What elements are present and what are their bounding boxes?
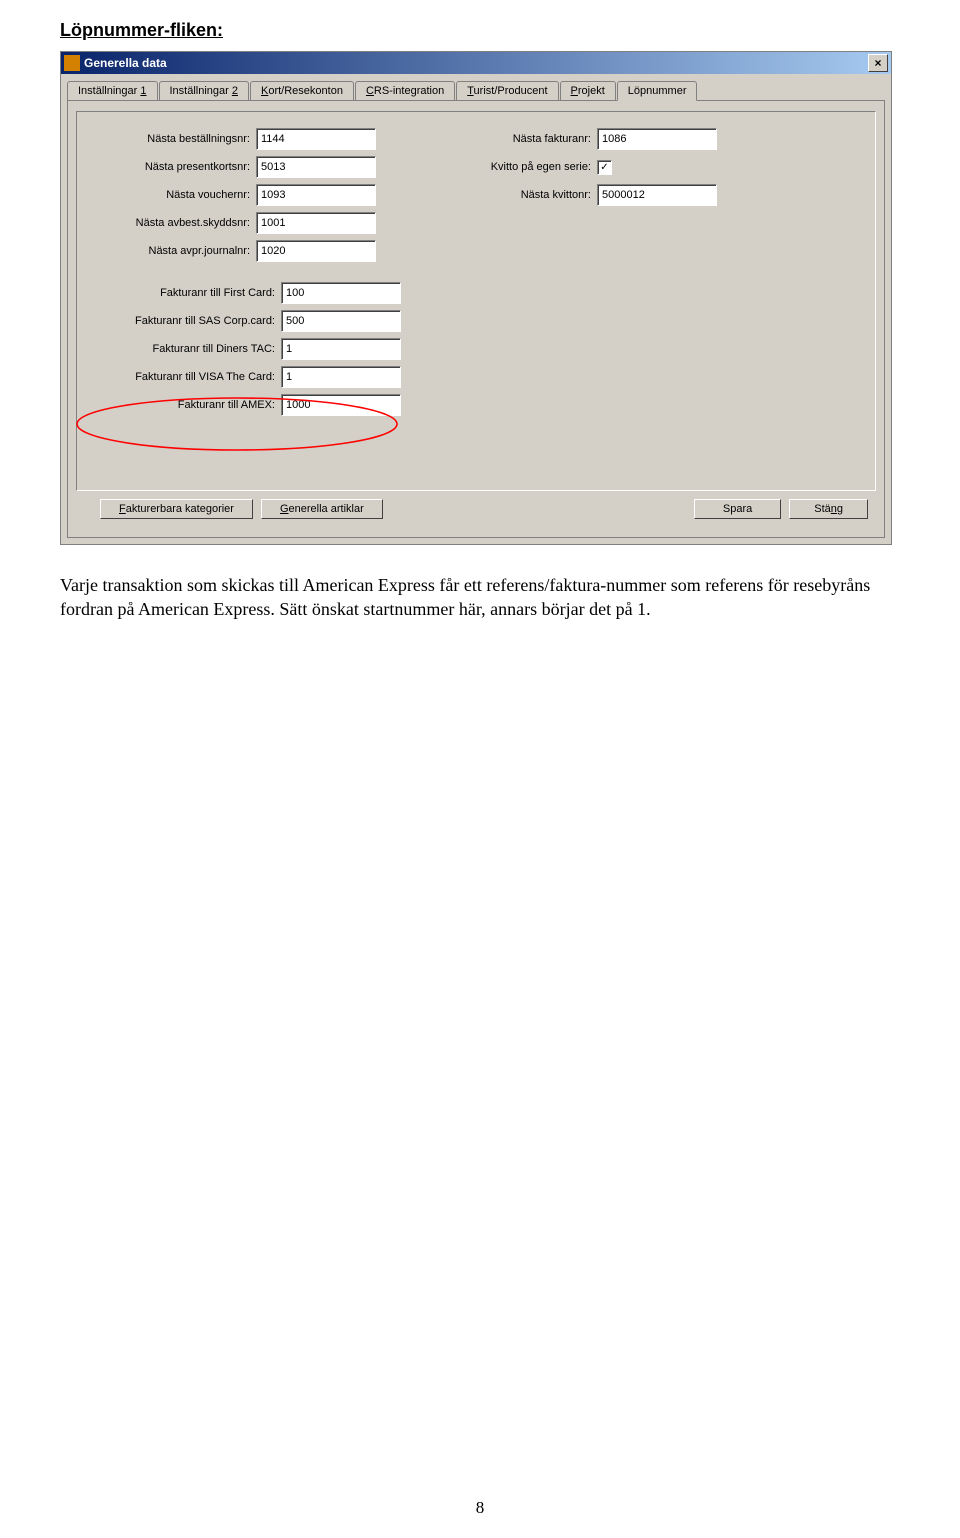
- body-paragraph: Varje transaktion som skickas till Ameri…: [60, 573, 890, 622]
- input-fakturanr-diners[interactable]: [281, 338, 401, 360]
- input-nasta-avbest-skyddsnr[interactable]: [256, 212, 376, 234]
- stang-button[interactable]: Stäng: [789, 499, 868, 519]
- input-nasta-fakturanr[interactable]: [597, 128, 717, 150]
- input-nasta-bestallningsnr[interactable]: [256, 128, 376, 150]
- label-fakturanr-sas: Fakturanr till SAS Corp.card:: [95, 315, 281, 327]
- close-button[interactable]: ×: [868, 54, 888, 72]
- input-nasta-kvittonr[interactable]: [597, 184, 717, 206]
- page-number: 8: [0, 1498, 960, 1518]
- tab-crs-integration[interactable]: CRS-integration: [355, 81, 455, 101]
- label-nasta-vouchernr: Nästa vouchernr:: [95, 189, 256, 201]
- label-fakturanr-visa: Fakturanr till VISA The Card:: [95, 371, 281, 383]
- label-nasta-fakturanr: Nästa fakturanr:: [436, 133, 597, 145]
- tab-projekt[interactable]: Projekt: [560, 81, 616, 101]
- label-nasta-bestallningsnr: Nästa beställningsnr:: [95, 133, 256, 145]
- tab-installningar-2[interactable]: Inställningar 2: [159, 81, 250, 101]
- field-frame: Nästa beställningsnr: Nästa fakturanr: N…: [76, 111, 876, 491]
- input-nasta-presentkortsnr[interactable]: [256, 156, 376, 178]
- tab-kort-resekonton[interactable]: Kort/Resekonton: [250, 81, 354, 101]
- page-heading: Löpnummer-fliken:: [60, 20, 900, 41]
- tabstrip: Inställningar 1 Inställningar 2 Kort/Res…: [61, 74, 891, 100]
- label-fakturanr-first-card: Fakturanr till First Card:: [95, 287, 281, 299]
- spara-button[interactable]: Spara: [694, 499, 781, 519]
- app-icon: [64, 55, 80, 71]
- label-kvitto-egen-serie: Kvitto på egen serie:: [436, 161, 597, 173]
- tab-installningar-1[interactable]: Inställningar 1: [67, 81, 158, 101]
- label-nasta-kvittonr: Nästa kvittonr:: [436, 189, 597, 201]
- input-nasta-avpr-journalnr[interactable]: [256, 240, 376, 262]
- input-nasta-vouchernr[interactable]: [256, 184, 376, 206]
- tab-turist-producent[interactable]: Turist/Producent: [456, 81, 558, 101]
- input-fakturanr-amex[interactable]: [281, 394, 401, 416]
- input-fakturanr-visa[interactable]: [281, 366, 401, 388]
- label-fakturanr-diners: Fakturanr till Diners TAC:: [95, 343, 281, 355]
- fakturerbara-kategorier-button[interactable]: Fakturerbara kategorier: [100, 499, 253, 519]
- label-nasta-presentkortsnr: Nästa presentkortsnr:: [95, 161, 256, 173]
- input-fakturanr-sas[interactable]: [281, 310, 401, 332]
- label-nasta-avbest-skyddsnr: Nästa avbest.skyddsnr:: [95, 217, 256, 229]
- tab-lopnummer[interactable]: Löpnummer: [617, 81, 698, 101]
- checkbox-kvitto-egen-serie[interactable]: ✓: [597, 160, 612, 175]
- close-icon: ×: [874, 56, 881, 70]
- dialog-window: Generella data × Inställningar 1 Inställ…: [60, 51, 892, 545]
- tab-panel: Nästa beställningsnr: Nästa fakturanr: N…: [67, 100, 885, 538]
- button-bar: Fakturerbara kategorier Generella artikl…: [76, 491, 876, 527]
- titlebar: Generella data ×: [61, 52, 891, 74]
- input-fakturanr-first-card[interactable]: [281, 282, 401, 304]
- generella-artiklar-button[interactable]: Generella artiklar: [261, 499, 383, 519]
- label-fakturanr-amex: Fakturanr till AMEX:: [95, 399, 281, 411]
- window-title: Generella data: [84, 56, 167, 70]
- label-nasta-avpr-journalnr: Nästa avpr.journalnr:: [95, 245, 256, 257]
